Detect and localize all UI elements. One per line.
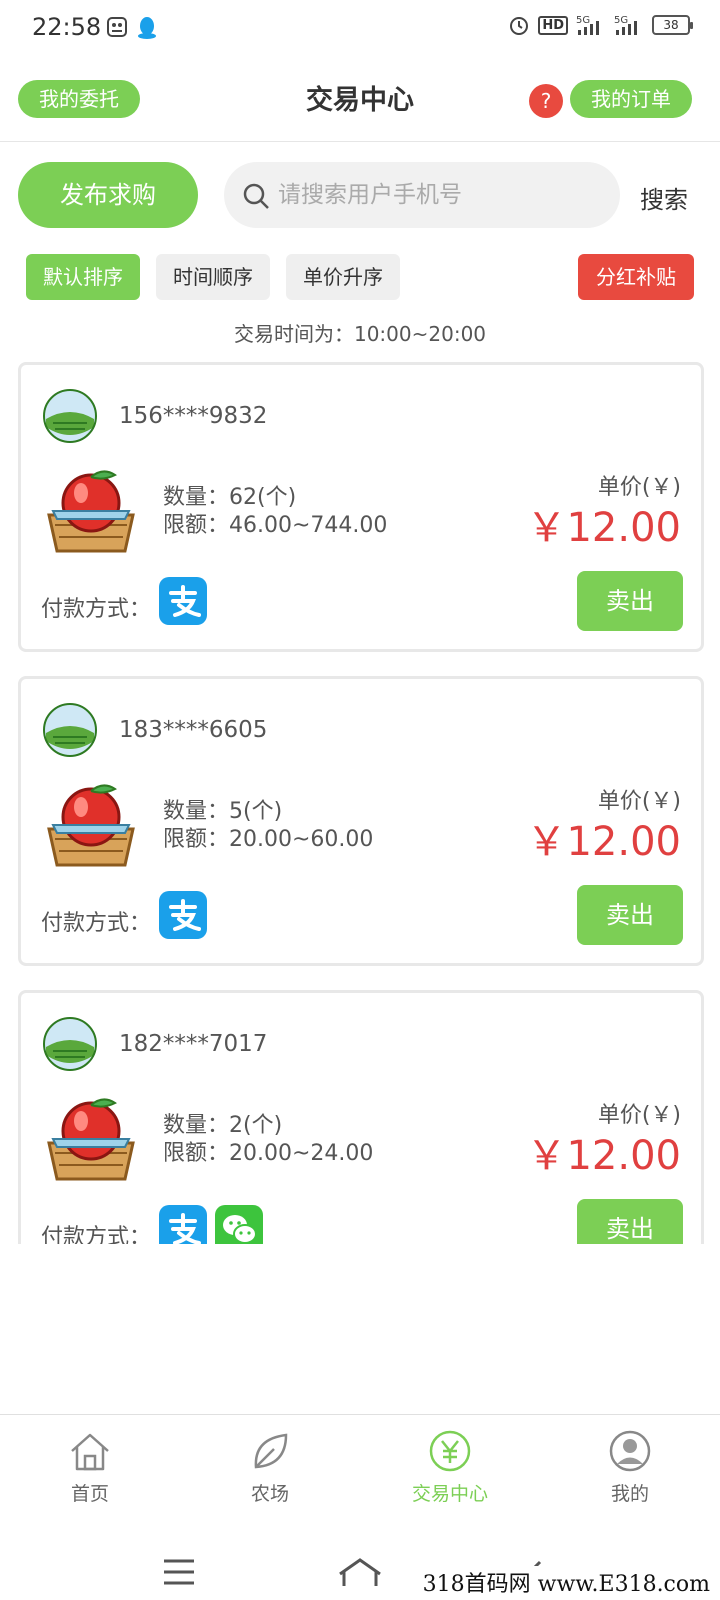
sell-button[interactable]: 卖出: [577, 1199, 683, 1244]
apple-basket-icon: [47, 470, 135, 553]
sort-price-tab[interactable]: 单价升序: [286, 254, 400, 300]
svg-text:5G: 5G: [614, 15, 628, 26]
nav-profile-label: 我的: [610, 1483, 649, 1505]
price-value: ￥12.00: [526, 1133, 681, 1179]
price-value: ￥12.00: [526, 819, 681, 865]
app-notification-icon: [107, 17, 127, 37]
sort-time-tab[interactable]: 时间顺序: [156, 254, 270, 300]
signal-icon: 5G: [576, 15, 599, 35]
search-icon: [243, 183, 269, 209]
qq-icon: [138, 17, 156, 39]
search-box: [224, 162, 620, 228]
alipay-icon: [159, 577, 207, 625]
payment-icons: [159, 1205, 263, 1244]
home-icon: [71, 1433, 109, 1471]
yuan-icon: [429, 1430, 471, 1472]
status-bar: 22:58 HD 5G 5G 38: [0, 0, 720, 56]
seller-phone: 182****7017: [119, 1031, 268, 1057]
bonus-subsidy-button[interactable]: 分红补贴: [578, 254, 694, 300]
battery-indicator: 38: [652, 15, 693, 35]
hd-icon: HD: [538, 15, 568, 35]
nav-farm[interactable]: 农场: [180, 1415, 360, 1518]
limit-text: 限额：20.00~60.00: [163, 827, 374, 852]
search-input[interactable]: [278, 174, 598, 216]
seller-phone: 156****9832: [119, 403, 268, 429]
seller-phone: 183****6605: [119, 717, 268, 743]
my-orders-button[interactable]: 我的订单: [570, 80, 692, 118]
alipay-icon: [159, 891, 207, 939]
payment-label: 付款方式：: [41, 1225, 152, 1244]
listing-card: 156****9832 数量：62(个) 限额：46.00~744.00 单价(…: [18, 362, 704, 652]
payment-icons: [159, 891, 207, 939]
signal-icon-2: 5G: [614, 15, 637, 35]
sell-button[interactable]: 卖出: [577, 885, 683, 945]
alarm-icon: [510, 17, 529, 35]
alipay-icon: [159, 1205, 207, 1244]
limit-text: 限额：20.00~24.00: [163, 1141, 374, 1166]
listing-list[interactable]: 156****9832 数量：62(个) 限额：46.00~744.00 单价(…: [18, 362, 704, 1244]
farm-avatar-icon: [43, 1017, 97, 1071]
menu-icon[interactable]: [162, 1558, 196, 1586]
app-header: 我的委托 交易中心 ? 我的订单: [0, 56, 720, 142]
limit-text: 限额：46.00~744.00: [163, 513, 388, 538]
bottom-nav: 首页 农场 交易中心 我的: [0, 1414, 720, 1518]
profile-icon: [609, 1430, 651, 1472]
apple-basket-icon: [47, 784, 135, 867]
payment-label: 付款方式：: [41, 597, 152, 622]
leaf-icon: [254, 1433, 288, 1469]
nav-home-label: 首页: [70, 1483, 109, 1505]
nav-trade-center-label: 交易中心: [411, 1483, 488, 1505]
nav-profile[interactable]: 我的: [540, 1415, 720, 1518]
system-home-icon[interactable]: [336, 1556, 384, 1588]
price-value: ￥12.00: [526, 505, 681, 551]
status-time: 22:58: [32, 13, 102, 41]
system-nav-bar: 318首码网 www.E318.com: [0, 1518, 720, 1600]
listing-card: 182****7017 数量：2(个) 限额：20.00~24.00 单价(￥)…: [18, 990, 704, 1244]
sort-default-tab[interactable]: 默认排序: [26, 254, 140, 300]
trade-time-notice: 交易时间为：10:00~20:00: [233, 322, 487, 346]
farm-avatar-icon: [43, 703, 97, 757]
wechat-icon: [215, 1205, 263, 1244]
nav-home[interactable]: 首页: [0, 1415, 180, 1518]
apple-basket-icon: [47, 1098, 135, 1181]
status-right: HD 5G 5G 38: [508, 14, 693, 36]
help-button[interactable]: ?: [529, 84, 563, 118]
nav-trade-center[interactable]: 交易中心: [360, 1415, 540, 1518]
sell-button[interactable]: 卖出: [577, 571, 683, 631]
listing-card: 183****6605 数量：5(个) 限额：20.00~60.00 单价(￥)…: [18, 676, 704, 966]
nav-farm-label: 农场: [250, 1483, 289, 1505]
payment-label: 付款方式：: [41, 911, 152, 936]
svg-text:5G: 5G: [576, 15, 590, 26]
search-button[interactable]: 搜索: [640, 180, 688, 215]
payment-icons: [159, 577, 207, 625]
farm-avatar-icon: [43, 389, 97, 443]
publish-request-button[interactable]: 发布求购: [18, 162, 198, 228]
watermark: 318首码网 www.E318.com: [418, 1566, 714, 1598]
